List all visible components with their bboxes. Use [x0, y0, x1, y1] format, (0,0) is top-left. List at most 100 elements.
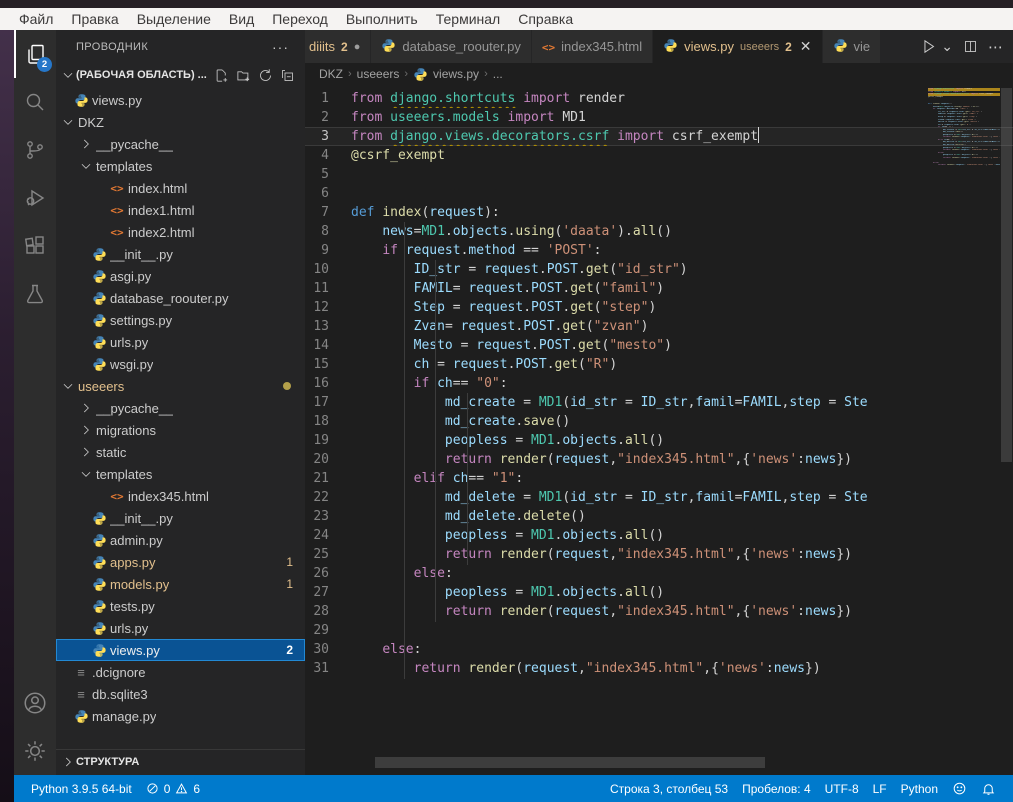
- minimap[interactable]: from django.shortcuts import renderfrom …: [928, 88, 1000, 167]
- code-line-11[interactable]: 11 FAMIL= request.POST.get("famil"): [305, 279, 1013, 298]
- horizontal-scrollbar[interactable]: [375, 757, 765, 768]
- run-icon[interactable]: [920, 38, 937, 55]
- tree-file-__init__.py[interactable]: __init__.py: [56, 243, 305, 265]
- code-line-28[interactable]: 28 return render(request,"index345.html"…: [305, 602, 1013, 621]
- outline-section-header[interactable]: СТРУКТУРА: [56, 749, 305, 773]
- activity-item-settings[interactable]: [14, 727, 56, 775]
- code-line-19[interactable]: 19 peopless = MD1.objects.all(): [305, 431, 1013, 450]
- tree-folder-migrations[interactable]: migrations: [56, 419, 305, 441]
- code-line-27[interactable]: 27 peopless = MD1.objects.all(): [305, 583, 1013, 602]
- tree-file-index.html[interactable]: <>index.html: [56, 177, 305, 199]
- cursor-position[interactable]: Строка 3, столбец 53: [603, 782, 735, 796]
- new-folder-icon[interactable]: [236, 68, 251, 83]
- tree-file-apps.py[interactable]: apps.py1: [56, 551, 305, 573]
- code-line-18[interactable]: 18 md_create.save(): [305, 412, 1013, 431]
- activity-item-account[interactable]: [14, 679, 56, 727]
- menu-item[interactable]: Правка: [62, 11, 127, 27]
- tree-file-index2.html[interactable]: <>index2.html: [56, 221, 305, 243]
- tree-file-urls.py[interactable]: urls.py: [56, 617, 305, 639]
- encoding-selector[interactable]: UTF-8: [818, 782, 866, 796]
- code-line-4[interactable]: 4@csrf_exempt: [305, 146, 1013, 165]
- tree-folder-__pycache__[interactable]: __pycache__: [56, 397, 305, 419]
- tree-file-models.py[interactable]: models.py1: [56, 573, 305, 595]
- tab-index345.html[interactable]: <>index345.html: [532, 30, 653, 63]
- tree-file-tests.py[interactable]: tests.py: [56, 595, 305, 617]
- code-line-23[interactable]: 23 md_delete.delete(): [305, 507, 1013, 526]
- code-line-24[interactable]: 24 peopless = MD1.objects.all(): [305, 526, 1013, 545]
- workspace-section-header[interactable]: (РАБОЧАЯ ОБЛАСТЬ) ...: [56, 63, 305, 87]
- code-line-8[interactable]: 8 news=MD1.objects.using('daata').all(): [305, 222, 1013, 241]
- code-line-22[interactable]: 22 md_delete = MD1(id_str = ID_str,famil…: [305, 488, 1013, 507]
- tree-folder-templates[interactable]: templates: [56, 155, 305, 177]
- problems-indicator[interactable]: 06: [139, 782, 207, 796]
- activity-item-extensions[interactable]: [14, 222, 56, 270]
- menu-item[interactable]: Переход: [263, 11, 337, 27]
- code-line-3[interactable]: 3from django.views.decorators.csrf impor…: [305, 127, 1013, 146]
- activity-item-testing[interactable]: [14, 270, 56, 318]
- menu-item[interactable]: Справка: [509, 11, 582, 27]
- tree-file-wsgi.py[interactable]: wsgi.py: [56, 353, 305, 375]
- activity-item-search[interactable]: [14, 78, 56, 126]
- code-line-12[interactable]: 12 Step = request.POST.get("step"): [305, 298, 1013, 317]
- activity-item-source-control[interactable]: [14, 126, 56, 174]
- sidebar-more-actions-icon[interactable]: ···: [272, 39, 289, 55]
- menu-item[interactable]: Выделение: [128, 11, 220, 27]
- language-mode-selector[interactable]: Python: [894, 782, 945, 796]
- tree-folder-static[interactable]: static: [56, 441, 305, 463]
- tree-file-__init__.py[interactable]: __init__.py: [56, 507, 305, 529]
- tree-folder-templates[interactable]: templates: [56, 463, 305, 485]
- activity-item-explorer[interactable]: 2: [14, 30, 56, 78]
- tab-views.py[interactable]: views.pyuseeers2✕: [653, 30, 822, 63]
- tab-diiits[interactable]: diiits2●: [305, 30, 371, 63]
- feedback-icon[interactable]: [945, 781, 974, 796]
- code-line-13[interactable]: 13 Zvan= request.POST.get("zvan"): [305, 317, 1013, 336]
- breadcrumb-item[interactable]: useeers: [357, 67, 400, 81]
- collapse-all-icon[interactable]: [280, 68, 295, 83]
- code-line-5[interactable]: 5: [305, 165, 1013, 184]
- eol-selector[interactable]: LF: [866, 782, 894, 796]
- chevron-down-icon[interactable]: ⌄: [941, 38, 953, 55]
- tree-file-database_roouter.py[interactable]: database_roouter.py: [56, 287, 305, 309]
- menu-item[interactable]: Выполнить: [337, 11, 427, 27]
- code-line-31[interactable]: 31 return render(request,"index345.html"…: [305, 659, 1013, 678]
- code-line-26[interactable]: 26 else:: [305, 564, 1013, 583]
- tree-file-index1.html[interactable]: <>index1.html: [56, 199, 305, 221]
- code-line-14[interactable]: 14 Mesto = request.POST.get("mesto"): [305, 336, 1013, 355]
- tree-file-admin.py[interactable]: admin.py: [56, 529, 305, 551]
- tree-folder-DKZ[interactable]: DKZ: [56, 111, 305, 133]
- tab-vie[interactable]: vie: [823, 30, 882, 63]
- split-editor-icon[interactable]: [963, 39, 978, 54]
- python-interpreter-selector[interactable]: Python 3.9.5 64-bit: [24, 782, 139, 796]
- tab-database_roouter.py[interactable]: database_roouter.py: [371, 30, 532, 63]
- menu-item[interactable]: Файл: [10, 11, 62, 27]
- code-line-6[interactable]: 6: [305, 184, 1013, 203]
- vertical-scrollbar[interactable]: [1001, 88, 1012, 462]
- code-line-1[interactable]: 1from django.shortcuts import render: [305, 89, 1013, 108]
- code-line-9[interactable]: 9 if request.method == 'POST':: [305, 241, 1013, 260]
- breadcrumb-item[interactable]: ...: [493, 67, 503, 81]
- activity-item-run-and-debug[interactable]: [14, 174, 56, 222]
- code-line-15[interactable]: 15 ch = request.POST.get("R"): [305, 355, 1013, 374]
- tree-file-index345.html[interactable]: <>index345.html: [56, 485, 305, 507]
- code-line-10[interactable]: 10 ID_str = request.POST.get("id_str"): [305, 260, 1013, 279]
- tree-folder-useeers[interactable]: useeers: [56, 375, 305, 397]
- tree-file-urls.py[interactable]: urls.py: [56, 331, 305, 353]
- code-line-2[interactable]: 2from useeers.models import MD1: [305, 108, 1013, 127]
- code-line-25[interactable]: 25 return render(request,"index345.html"…: [305, 545, 1013, 564]
- menu-item[interactable]: Вид: [220, 11, 263, 27]
- tree-file-db.sqlite3[interactable]: ≡db.sqlite3: [56, 683, 305, 705]
- tree-file-asgi.py[interactable]: asgi.py: [56, 265, 305, 287]
- breadcrumb-item[interactable]: views.py: [433, 67, 479, 81]
- tree-folder-__pycache__[interactable]: __pycache__: [56, 133, 305, 155]
- code-line-29[interactable]: 29: [305, 621, 1013, 640]
- code-editor[interactable]: 1from django.shortcuts import render2fro…: [305, 85, 1013, 757]
- notifications-bell-icon[interactable]: [974, 781, 1003, 796]
- indentation-selector[interactable]: Пробелов: 4: [735, 782, 818, 796]
- code-line-17[interactable]: 17 md_create = MD1(id_str = ID_str,famil…: [305, 393, 1013, 412]
- code-line-7[interactable]: 7def index(request):: [305, 203, 1013, 222]
- new-file-icon[interactable]: [214, 68, 229, 83]
- menu-item[interactable]: Терминал: [427, 11, 509, 27]
- breadcrumb-item[interactable]: DKZ: [319, 67, 343, 81]
- tree-file-views.py[interactable]: views.py: [56, 89, 305, 111]
- tree-file-settings.py[interactable]: settings.py: [56, 309, 305, 331]
